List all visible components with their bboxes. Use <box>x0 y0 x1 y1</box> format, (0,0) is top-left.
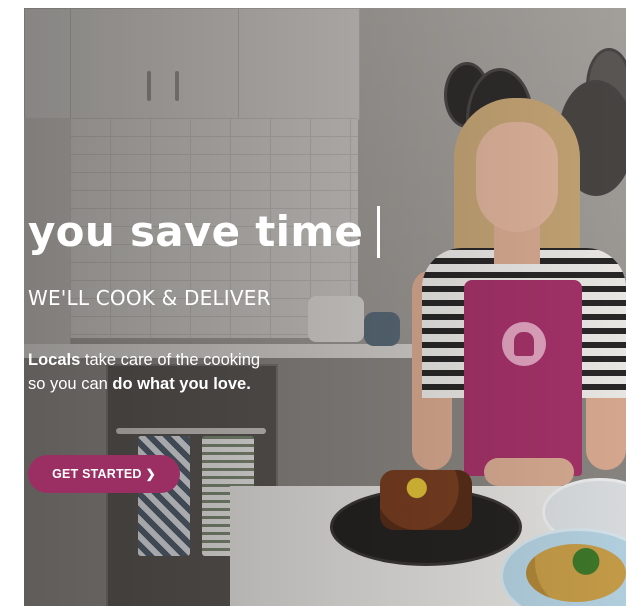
text-cursor <box>377 206 381 258</box>
get-started-button[interactable]: GET STARTED ❯ <box>28 455 180 493</box>
get-started-label: GET STARTED <box>52 467 142 481</box>
tagline-bold: Locals <box>28 351 81 369</box>
hero-tagline: Locals take care of the cooking so you c… <box>28 348 328 396</box>
chevron-right-icon: ❯ <box>145 467 156 481</box>
tagline-text: so you can <box>28 375 113 393</box>
hero-headline: you save time <box>28 204 381 260</box>
tagline-text: take care of the cooking <box>80 351 261 369</box>
tagline-bold: do what you love. <box>112 375 251 393</box>
hero-subheadline: WE'LL COOK & DELIVER <box>28 286 271 310</box>
hero-section: you save time WE'LL COOK & DELIVER Local… <box>24 8 626 606</box>
headline-text: you save time <box>28 207 364 256</box>
